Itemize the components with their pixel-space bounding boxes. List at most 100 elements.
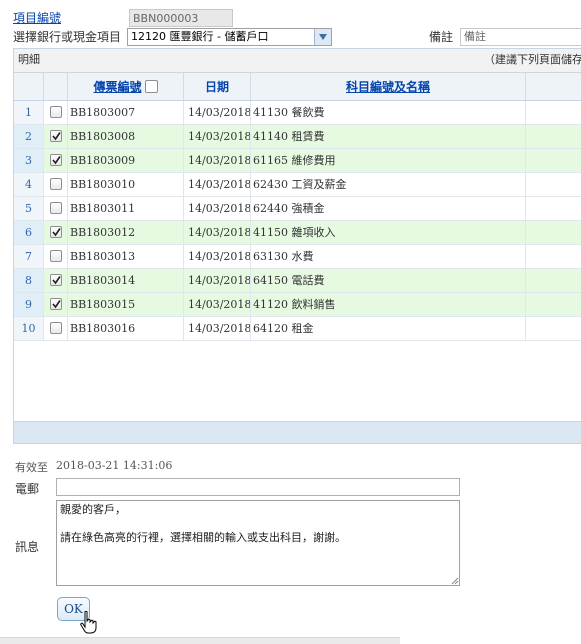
header-extra	[526, 73, 581, 100]
account: 62440 強積金	[251, 197, 526, 220]
voucher-no: BB1803009	[68, 149, 184, 172]
extra-cell	[526, 269, 581, 292]
extra-cell	[526, 149, 581, 172]
voucher-date: 14/03/2018	[184, 317, 251, 340]
row-checkbox[interactable]	[50, 322, 62, 334]
row-check-cell	[44, 269, 68, 292]
row-checkbox[interactable]	[50, 226, 62, 238]
voucher-no: BB1803016	[68, 317, 184, 340]
header-account-label[interactable]: 科目編號及名稱	[346, 78, 430, 95]
row-checkbox[interactable]	[50, 274, 62, 286]
item-no-label[interactable]: 項目編號	[13, 9, 61, 26]
row-check-cell	[44, 149, 68, 172]
row-number: 9	[14, 293, 44, 316]
row-number: 7	[14, 245, 44, 268]
row-number: 10	[14, 317, 44, 340]
row-check-cell	[44, 245, 68, 268]
voucher-no: BB1803012	[68, 221, 184, 244]
row-number: 5	[14, 197, 44, 220]
message-label: 訊息	[15, 540, 40, 554]
bank-select[interactable]: 12120 匯豐銀行 - 儲蓄戶口	[127, 28, 332, 46]
table-row[interactable]: 10 BB1803016 14/03/2018 64120 租金	[14, 317, 581, 341]
message-textarea[interactable]: 親愛的客戶， 請在綠色高亮的行裡，選擇相關的輸入或支出科目，謝謝。	[56, 500, 460, 586]
select-all-checkbox[interactable]	[144, 80, 158, 93]
header-account[interactable]: 科目編號及名稱	[251, 73, 526, 100]
row-check-cell	[44, 293, 68, 316]
extra-cell	[526, 245, 581, 268]
header-date-label[interactable]: 日期	[205, 78, 229, 95]
row-checkbox[interactable]	[50, 202, 62, 214]
row-check-cell	[44, 221, 68, 244]
message-line-2: 請在綠色高亮的行裡，選擇相關的輸入或支出科目，謝謝。	[60, 531, 346, 544]
voucher-date: 14/03/2018	[184, 245, 251, 268]
table-row[interactable]: 2 BB1803008 14/03/2018 41140 租賃費	[14, 125, 581, 149]
header-voucher-label[interactable]: 傳票編號	[93, 78, 141, 95]
voucher-no: BB1803008	[68, 125, 184, 148]
grid-hint: （建議下列頁面儲存	[484, 53, 581, 66]
checkmark-icon	[52, 132, 61, 141]
header-date[interactable]: 日期	[184, 73, 251, 100]
grid-title: 明細	[18, 53, 40, 66]
voucher-no: BB1803010	[68, 173, 184, 196]
valid-value: 2018-03-21 14:31:06	[56, 459, 173, 472]
account: 63130 水費	[251, 245, 526, 268]
checkmark-icon	[52, 156, 61, 165]
extra-cell	[526, 317, 581, 340]
email-input[interactable]	[56, 478, 460, 496]
voucher-date: 14/03/2018	[184, 101, 251, 124]
bank-select-value: 12120 匯豐銀行 - 儲蓄戶口	[131, 30, 269, 43]
row-number: 2	[14, 125, 44, 148]
row-check-cell	[44, 173, 68, 196]
table-row[interactable]: 8 BB1803014 14/03/2018 64150 電話費	[14, 269, 581, 293]
account: 41140 租賃費	[251, 125, 526, 148]
row-checkbox[interactable]	[50, 130, 62, 142]
grid-title-bar: 明細 （建議下列頁面儲存	[14, 49, 581, 73]
table-row[interactable]: 9 BB1803015 14/03/2018 41120 飲料銷售	[14, 293, 581, 317]
row-checkbox[interactable]	[50, 154, 62, 166]
voucher-date: 14/03/2018	[184, 149, 251, 172]
voucher-date: 14/03/2018	[184, 125, 251, 148]
table-row[interactable]: 7 BB1803013 14/03/2018 63130 水費	[14, 245, 581, 269]
account: 41130 餐飲費	[251, 101, 526, 124]
table-row[interactable]: 5 BB1803011 14/03/2018 62440 強積金	[14, 197, 581, 221]
checkmark-icon	[52, 300, 61, 309]
chevron-down-icon[interactable]	[314, 29, 331, 45]
header-check	[44, 73, 68, 100]
row-number: 4	[14, 173, 44, 196]
table-row[interactable]: 4 BB1803010 14/03/2018 62430 工資及薪金	[14, 173, 581, 197]
row-number: 6	[14, 221, 44, 244]
extra-cell	[526, 293, 581, 316]
row-number: 3	[14, 149, 44, 172]
header-voucher[interactable]: 傳票編號	[68, 73, 184, 100]
email-label: 電郵	[15, 482, 40, 496]
row-checkbox[interactable]	[50, 178, 62, 190]
account: 41120 飲料銷售	[251, 293, 526, 316]
header-rownum	[14, 73, 44, 100]
row-check-cell	[44, 101, 68, 124]
message-line-1: 親愛的客戶，	[60, 503, 126, 516]
table-row[interactable]: 3 BB1803009 14/03/2018 61165 維修費用	[14, 149, 581, 173]
checkmark-icon	[52, 276, 61, 285]
account: 64150 電話費	[251, 269, 526, 292]
row-check-cell	[44, 125, 68, 148]
voucher-date: 14/03/2018	[184, 293, 251, 316]
extra-cell	[526, 221, 581, 244]
memo-label: 備註	[429, 30, 454, 44]
table-row[interactable]: 1 BB1803007 14/03/2018 41130 餐飲費	[14, 101, 581, 125]
row-checkbox[interactable]	[50, 298, 62, 310]
account: 41150 雜項收入	[251, 221, 526, 244]
extra-cell	[526, 101, 581, 124]
checkmark-icon	[52, 228, 61, 237]
voucher-date: 14/03/2018	[184, 269, 251, 292]
voucher-date: 14/03/2018	[184, 197, 251, 220]
resize-grip-icon[interactable]	[451, 577, 459, 585]
valid-label: 有效至	[15, 461, 48, 474]
voucher-date: 14/03/2018	[184, 173, 251, 196]
voucher-date: 14/03/2018	[184, 221, 251, 244]
table-row[interactable]: 6 BB1803012 14/03/2018 41150 雜項收入	[14, 221, 581, 245]
row-number: 1	[14, 101, 44, 124]
row-checkbox[interactable]	[50, 250, 62, 262]
voucher-no: BB1803007	[68, 101, 184, 124]
row-checkbox[interactable]	[50, 106, 62, 118]
memo-input[interactable]: 備註	[460, 28, 581, 46]
